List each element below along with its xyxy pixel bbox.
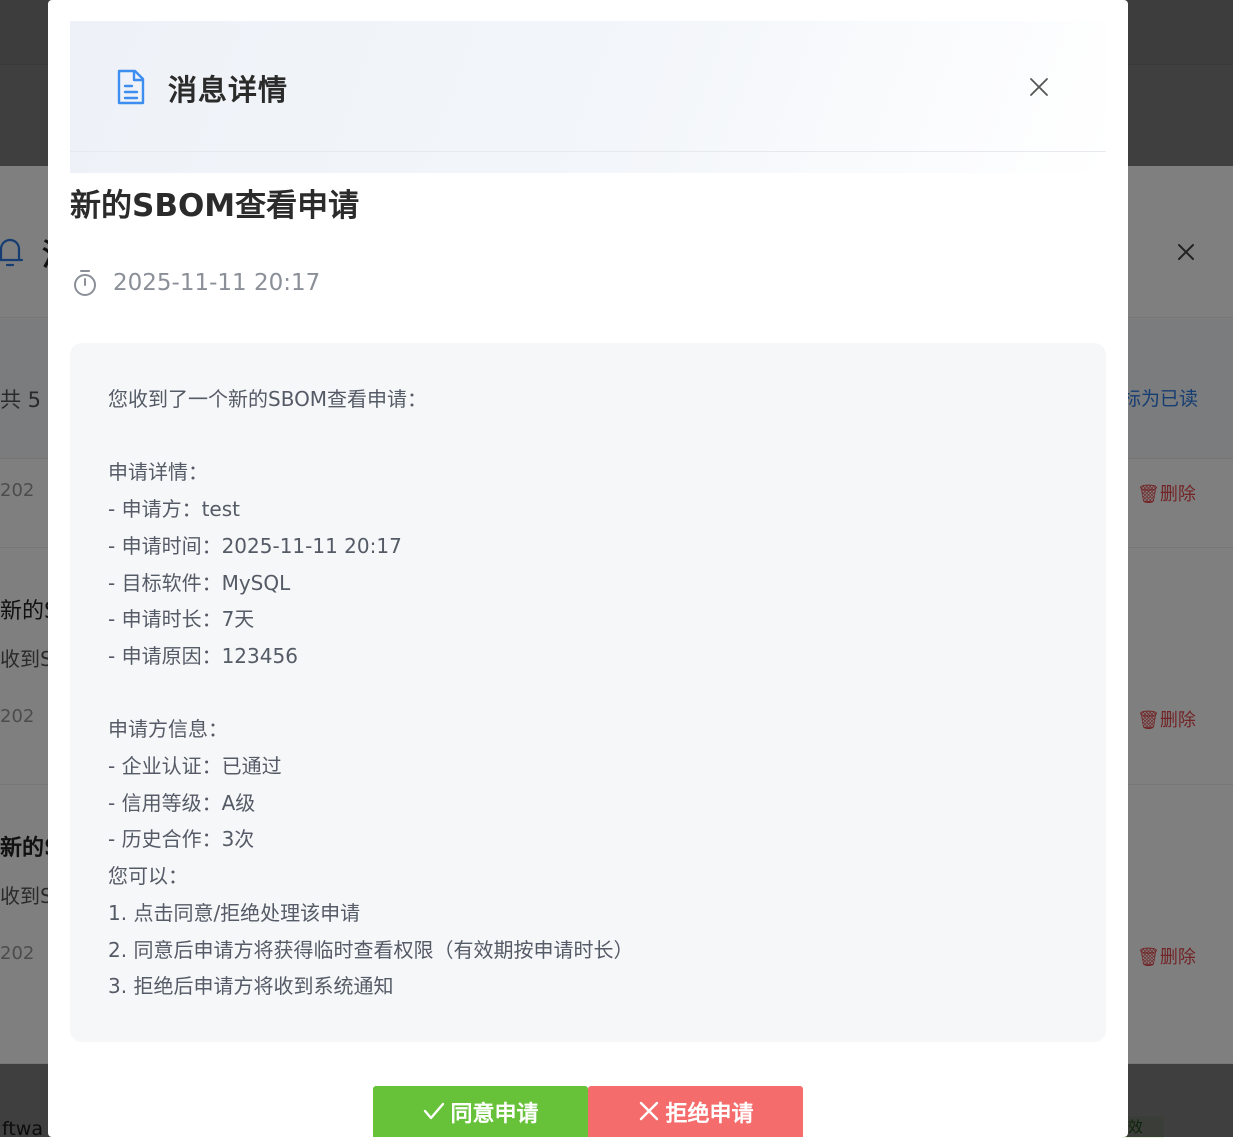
agree-button-label: 同意申请 — [450, 1102, 539, 1127]
close-icon[interactable] — [1026, 74, 1052, 100]
document-icon — [117, 69, 145, 105]
close-icon — [640, 1101, 659, 1121]
message-content-box: 您收到了一个新的SBOM查看申请： 申请详情： - 申请方：test - 申请时… — [70, 343, 1106, 1042]
message-content: 您收到了一个新的SBOM查看申请： 申请详情： - 申请方：test - 申请时… — [108, 387, 634, 999]
check-icon — [424, 1102, 445, 1120]
message-time: 2025-11-11 20:17 — [113, 270, 321, 296]
message-detail-dialog: 消息详情 新的SBOM查看申请 2025-11-11 20:17 您收到了一个新… — [48, 0, 1128, 1137]
stopwatch-icon — [74, 270, 96, 296]
dialog-header: 消息详情 — [70, 21, 1106, 173]
message-title: 新的SBOM查看申请 — [70, 188, 360, 224]
reject-button[interactable]: 拒绝申请 — [588, 1086, 803, 1137]
reject-button-label: 拒绝申请 — [665, 1102, 754, 1127]
divider — [70, 151, 1106, 152]
agree-button[interactable]: 同意申请 — [373, 1086, 588, 1137]
dialog-title: 消息详情 — [168, 73, 289, 107]
